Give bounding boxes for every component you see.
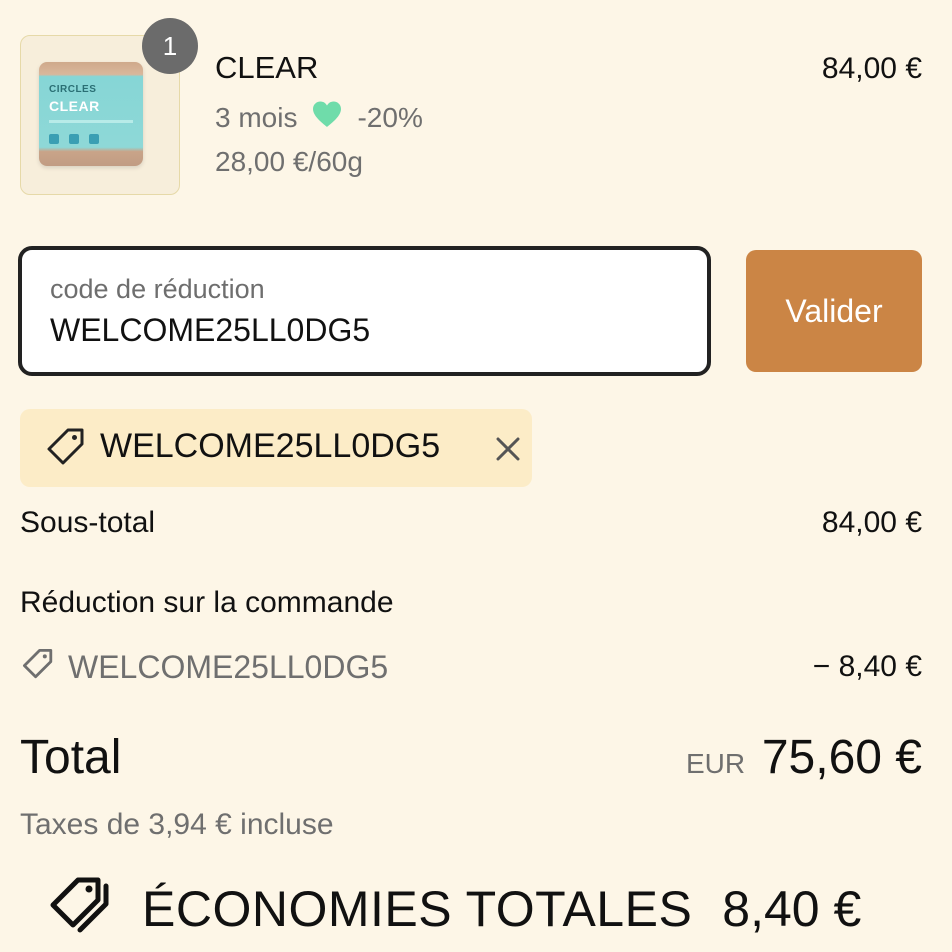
heart-icon (311, 100, 343, 135)
product-name: CLEAR (215, 50, 319, 85)
product-image-brand: CIRCLES (49, 84, 97, 95)
applied-discount-code: WELCOME25LL0DG5 (100, 427, 441, 465)
order-discount-code-line: WELCOME25LL0DG5 (22, 648, 418, 685)
product-image-mark (49, 134, 59, 144)
total-savings: ÉCONOMIES TOTALES 8,40 € (48, 876, 861, 941)
product-price: 84,00 € (821, 52, 922, 85)
savings-value: 8,40 € (722, 880, 862, 937)
tags-icon (48, 876, 112, 941)
discount-code-field[interactable]: code de réduction WELCOME25LL0DG5 (18, 246, 711, 376)
order-discount-code: WELCOME25LL0DG5 (68, 648, 389, 685)
currency-code: EUR (686, 748, 746, 779)
product-image-stripe (49, 120, 133, 123)
product-image-mark (69, 134, 79, 144)
discount-code-label: code de réduction (50, 274, 265, 304)
total-label: Total (20, 731, 122, 784)
checkout-summary: CIRCLES CLEAR 1 CLEAR 3 mois -20% 28,00 … (0, 0, 952, 952)
order-discount-label: Réduction sur la commande (20, 586, 394, 619)
product-image: CIRCLES CLEAR (39, 62, 143, 166)
product-image-mark (89, 134, 99, 144)
order-discount-value: − 8,40 € (812, 650, 922, 683)
total-value: 75,60 € (761, 731, 922, 784)
savings-label: ÉCONOMIES TOTALES (142, 880, 693, 937)
product-unit-price: 28,00 €/60g (215, 146, 363, 177)
applied-discount-chip: WELCOME25LL0DG5 (20, 409, 532, 487)
product-image-name: CLEAR (49, 98, 100, 114)
subtotal-value: 84,00 € (821, 506, 922, 539)
validate-button[interactable]: Valider (746, 250, 922, 372)
remove-discount-close-icon[interactable] (494, 435, 522, 468)
variant-discount: -20% (357, 101, 423, 133)
tag-icon (22, 648, 54, 685)
variant-duration: 3 mois (215, 101, 298, 133)
discount-code-input[interactable]: WELCOME25LL0DG5 (50, 312, 402, 348)
taxes-note: Taxes de 3,94 € incluse (20, 808, 334, 841)
subtotal-label: Sous-total (20, 506, 156, 539)
product-variant: 3 mois -20% (215, 100, 423, 135)
quantity-badge: 1 (142, 18, 198, 74)
tag-icon (46, 427, 86, 472)
